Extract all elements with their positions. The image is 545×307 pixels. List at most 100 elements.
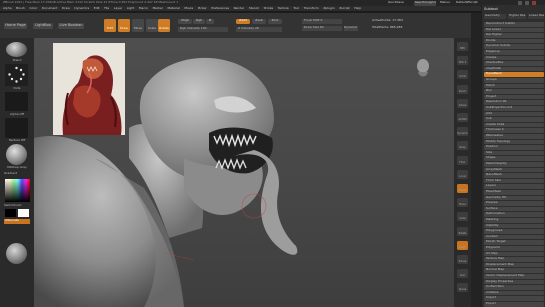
right-shelf-floor-button[interactable]: Floor — [457, 155, 468, 165]
palette-item-project[interactable]: Project — [484, 94, 544, 100]
palette-item-geometry-hd[interactable]: Geometry HD — [484, 195, 544, 201]
palette-item-meshintegrity[interactable]: MeshIntegrity — [484, 162, 544, 167]
palette-item-morph-target[interactable]: Morph Target — [484, 240, 544, 245]
menu-item-document[interactable]: Document — [42, 7, 58, 11]
palette-item-size[interactable]: Size — [484, 150, 544, 156]
edit-mode-button[interactable]: Edit — [104, 19, 116, 32]
menu-item-marker[interactable]: Marker — [153, 7, 163, 11]
palette-item-fibermesh[interactable]: FiberMesh — [484, 190, 544, 195]
palette-item-divide[interactable]: Divide — [484, 38, 544, 44]
alpha-preview-icon[interactable] — [5, 92, 28, 111]
palette-item-dynamesh[interactable]: DynaMesh — [484, 72, 544, 77]
menu-item-draw[interactable]: Draw — [62, 7, 70, 11]
right-shelf-frame-button[interactable]: Frame — [457, 184, 468, 193]
lightbox-button[interactable]: LightBox — [33, 23, 53, 29]
right-shelf-spix-3-button[interactable]: SPix 3 — [457, 56, 468, 66]
right-shelf-scroll-button[interactable]: Scroll — [457, 70, 468, 80]
stroke-preview-icon[interactable] — [5, 64, 28, 86]
menu-item-zscript[interactable]: Zscript — [339, 7, 349, 11]
menu-item-movie[interactable]: Movie — [184, 7, 193, 11]
palette-item-polygroups[interactable]: Polygroups — [484, 229, 544, 234]
draw-size-slider[interactable]: Draw Size 64 — [302, 26, 342, 31]
tab-higher-res[interactable]: Higher Res — [508, 14, 526, 19]
menu-item-color[interactable]: Color — [29, 7, 37, 11]
palette-item-preview[interactable]: Preview — [484, 201, 544, 206]
palette-item-thickness-4[interactable]: Thickness 4 — [484, 128, 544, 133]
menu-item-transform[interactable]: Transform — [304, 7, 319, 11]
palette-item-uv-map[interactable]: UV Map — [484, 251, 544, 257]
texture-preview-icon[interactable] — [5, 118, 28, 138]
palette-item-display-properties[interactable]: Display Properties — [484, 279, 544, 285]
rgb-intensity-slider[interactable]: Rgb Intensity 100 — [178, 27, 228, 32]
palette-item-dynamic-subdiv[interactable]: Dynamic Subdiv — [484, 44, 544, 49]
right-shelf-xpose-button[interactable]: Xpose — [457, 283, 468, 293]
palette-item-shape[interactable]: Shape — [484, 156, 544, 161]
secondary-color-swatch[interactable] — [18, 209, 29, 217]
right-shelf-local-button[interactable]: Local — [457, 169, 468, 179]
palette-item-visibility[interactable]: Visibility — [484, 223, 544, 229]
default-zscript-button[interactable]: DefaultZScript — [456, 1, 482, 5]
right-shelf-bpr-button[interactable]: BPR — [457, 42, 468, 51]
palette-item-blur[interactable]: Blur — [484, 89, 544, 94]
palette-item-unified-skin[interactable]: Unified Skin — [484, 285, 544, 290]
menu-item-stencil[interactable]: Stencil — [249, 7, 259, 11]
palette-item-texture-map[interactable]: Texture Map — [484, 257, 544, 262]
right-shelf-transp-button[interactable]: Transp — [457, 255, 468, 264]
menu-item-layer[interactable]: Layer — [114, 7, 122, 11]
menu-item-macro[interactable]: Macro — [139, 7, 148, 11]
palette-item-export[interactable]: Export — [484, 302, 544, 307]
draw-mode-button[interactable]: Draw — [118, 19, 130, 32]
m-button[interactable]: M — [206, 19, 214, 24]
menu-item-picker[interactable]: Picker — [198, 7, 207, 11]
palette-item-polypaint[interactable]: Polypaint — [484, 246, 544, 251]
view-navigation-gizmo[interactable] — [414, 58, 432, 80]
right-shelf-dynamic-button[interactable]: Dynamic — [457, 127, 468, 137]
palette-item-create-shell[interactable]: Create Shell — [484, 122, 544, 128]
alternate-button[interactable]: Alternate — [4, 219, 30, 224]
palette-item-subprojection-0-6[interactable]: SubProjection 0.6 — [484, 106, 544, 111]
rotate-mode-button[interactable]: Rotate — [158, 19, 170, 32]
palette-item-import[interactable]: Import — [484, 296, 544, 301]
menu-item-alpha[interactable]: Alpha — [3, 7, 12, 11]
right-shelf-scale-button[interactable]: Scale — [457, 212, 468, 222]
palette-item-polish[interactable]: Polish — [484, 83, 544, 89]
zadd-button[interactable]: Zadd — [236, 19, 250, 24]
palette-item-thick-skin[interactable]: Thick Skin — [484, 178, 544, 184]
palette-item-deformation[interactable]: Deformation — [484, 212, 544, 217]
right-shelf-polyf-button[interactable]: PolyF — [457, 240, 468, 250]
scale-mode-button[interactable]: Scale — [146, 19, 158, 32]
menu-item-zplugin[interactable]: Zplugin — [323, 7, 334, 11]
palette-item-initialize[interactable]: Initialize — [484, 290, 544, 296]
color-picker[interactable] — [5, 179, 30, 202]
menu-item-stroke[interactable]: Stroke — [264, 7, 274, 11]
right-shelf-move-button[interactable]: Move — [457, 198, 468, 208]
menu-item-brush[interactable]: Brush — [16, 7, 25, 11]
palette-item-contact[interactable]: Contact — [484, 234, 544, 240]
palette-item-edgeloop[interactable]: Edgeloop — [484, 50, 544, 55]
switch-color-button[interactable]: SwitchColor — [4, 204, 30, 208]
palette-item-zremesher[interactable]: ZRemesher — [484, 134, 544, 139]
palette-item-resolution-96[interactable]: Resolution 96 — [484, 100, 544, 105]
menu-item-light[interactable]: Light — [127, 7, 135, 11]
right-shelf-zoom-button[interactable]: Zoom — [457, 84, 468, 94]
canvas-viewport[interactable] — [34, 38, 454, 307]
menu-item-render[interactable]: Render — [234, 7, 245, 11]
menu-item-material[interactable]: Material — [168, 7, 180, 11]
right-shelf-persp-button[interactable]: Persp — [457, 141, 468, 151]
palette-item-shadowbox[interactable]: ShadowBox — [484, 61, 544, 66]
palette-item-modify-topology[interactable]: Modify Topology — [484, 139, 544, 145]
menu-item-file[interactable]: File — [104, 7, 109, 11]
focal-shift-slider[interactable]: Focal Shift 0 — [302, 19, 342, 24]
see-through-slider[interactable]: See-through 0 — [414, 0, 436, 6]
z-intensity-slider[interactable]: Z Intensity 26 — [236, 27, 282, 32]
palette-scroll-strip[interactable] — [471, 13, 481, 307]
palette-item-normal-map[interactable]: Normal Map — [484, 268, 544, 273]
palette-item-layers[interactable]: Layers — [484, 184, 544, 189]
palette-item-del-lower[interactable]: Del Lower — [484, 27, 544, 33]
palette-item-nanomesh[interactable]: NanoMesh — [484, 173, 544, 178]
menu-item-preferences[interactable]: Preferences — [211, 7, 229, 11]
material-sphere-icon[interactable] — [6, 243, 27, 264]
menu-item-tool[interactable]: Tool — [293, 7, 299, 11]
menus-button[interactable]: Menus — [440, 1, 454, 5]
palette-item-add[interactable]: Add — [484, 111, 544, 117]
